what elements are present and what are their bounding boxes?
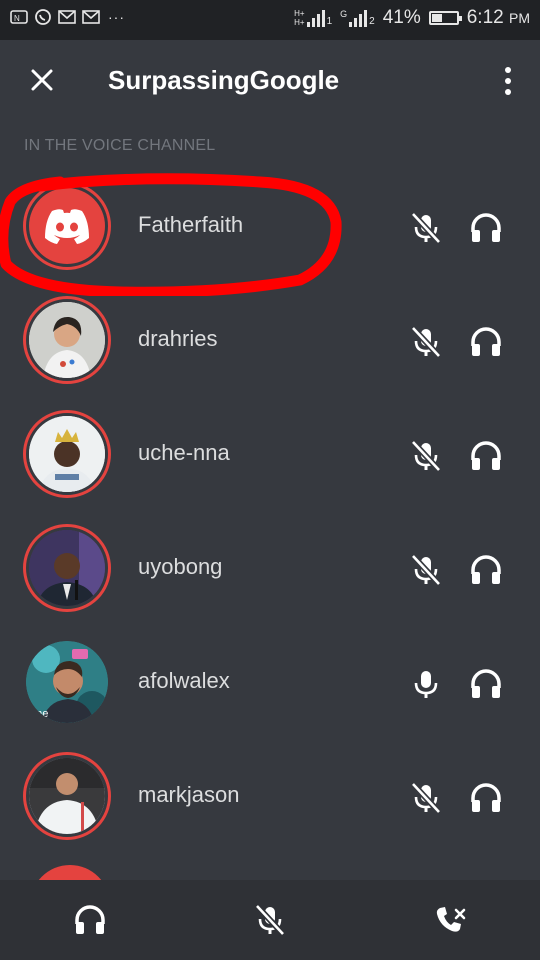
member-name: afolwalex <box>138 668 230 693</box>
user-photo: one <box>26 641 108 723</box>
network-type-label: H+ <box>294 9 305 18</box>
battery-icon <box>428 11 462 25</box>
voice-member[interactable]: markjason <box>0 740 540 854</box>
headphones-icon[interactable] <box>468 780 504 816</box>
gmail-icon <box>82 8 100 26</box>
notification-icons: N ··· <box>10 8 125 26</box>
voice-member[interactable]: uyobong <box>0 512 540 626</box>
voice-member[interactable]: drahries <box>0 284 540 398</box>
mic-muted-icon[interactable] <box>408 210 444 246</box>
user-photo <box>29 758 105 834</box>
mute-button[interactable] <box>252 902 288 938</box>
signal-sim-2: G 2 <box>340 9 375 27</box>
avatar <box>23 182 111 270</box>
member-name: uyobong <box>138 554 223 579</box>
whatsapp-icon <box>34 8 52 26</box>
network-type-label: G <box>340 9 348 19</box>
overflow-dots: ··· <box>108 9 125 25</box>
mic-muted-icon[interactable] <box>408 780 444 816</box>
headphones-icon[interactable] <box>468 666 504 702</box>
mic-muted-icon[interactable] <box>408 438 444 474</box>
close-icon <box>31 69 53 91</box>
header: SurpassingGoogle <box>0 40 540 122</box>
avatar: one <box>23 638 111 726</box>
user-photo <box>29 416 105 492</box>
avatar <box>23 296 111 384</box>
signal-icon <box>349 9 368 27</box>
avatar <box>23 524 111 612</box>
signal-icon <box>306 9 325 27</box>
voice-member[interactable]: one afolwalex <box>0 626 540 740</box>
battery-percent: 41% <box>382 7 421 28</box>
more-vertical-icon <box>505 67 511 73</box>
user-photo <box>29 302 105 378</box>
user-photo <box>29 530 105 606</box>
deafen-button[interactable] <box>72 902 108 938</box>
voice-member[interactable]: Fatherfaith <box>0 170 540 284</box>
svg-text:one: one <box>30 708 48 720</box>
voice-member[interactable]: uche-nna <box>0 398 540 512</box>
mic-muted-icon[interactable] <box>408 552 444 588</box>
network-type-label: H+ <box>294 18 305 27</box>
discord-logo-icon <box>45 209 89 244</box>
mic-icon[interactable] <box>408 666 444 702</box>
headphones-icon[interactable] <box>468 324 504 360</box>
avatar <box>23 752 111 840</box>
member-name: Fatherfaith <box>138 212 244 237</box>
sim-index: 2 <box>369 16 375 27</box>
svg-text:N: N <box>14 14 20 23</box>
section-label: IN THE VOICE CHANNEL <box>24 137 216 154</box>
disconnect-button[interactable] <box>432 902 468 938</box>
voice-member-list: Fatherfaith drahries uche-nna uyobong on… <box>0 170 540 854</box>
nfc-icon: N <box>10 8 28 26</box>
avatar <box>23 410 111 498</box>
mic-muted-icon[interactable] <box>408 324 444 360</box>
gmail-icon <box>58 8 76 26</box>
voice-controls-bar <box>0 880 540 960</box>
member-name: markjason <box>138 782 240 807</box>
member-name: drahries <box>138 326 218 351</box>
headphones-icon[interactable] <box>468 552 504 588</box>
headphones-icon[interactable] <box>468 438 504 474</box>
channel-title: SurpassingGoogle <box>108 65 340 95</box>
clock: 6:12 PM <box>466 7 530 28</box>
status-bar: N ··· H+ H+ 1 G 2 41% 6:12 PM <box>0 0 540 40</box>
more-options-button[interactable] <box>496 62 520 100</box>
close-button[interactable] <box>22 60 62 100</box>
member-name: uche-nna <box>138 440 230 465</box>
signal-sim-1: H+ H+ 1 <box>294 9 332 27</box>
headphones-icon[interactable] <box>468 210 504 246</box>
status-right: H+ H+ 1 G 2 41% 6:12 PM <box>294 7 530 29</box>
sim-index: 1 <box>326 16 333 27</box>
